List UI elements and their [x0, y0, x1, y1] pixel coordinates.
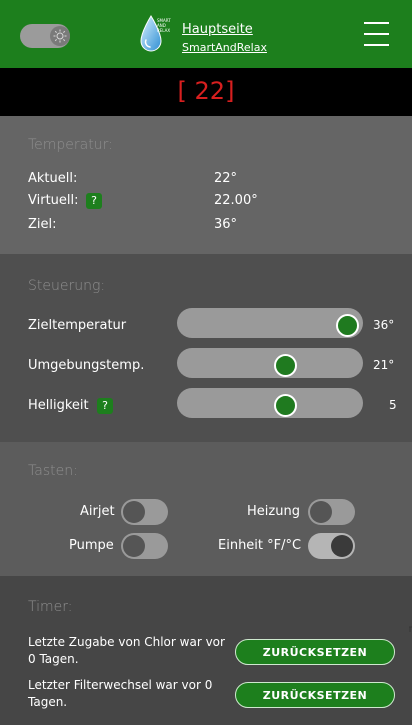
toggle-label-unit: Einheit °F/°C [218, 538, 302, 553]
temp-label-current: Aktuell: [28, 171, 78, 186]
timer-title: Timer: [28, 599, 73, 615]
hamburger-line [364, 44, 389, 46]
target-temperature-display: [ 22] [177, 77, 235, 105]
header-bar: SMART AND RELAX Hauptseite SmartAndRelax [0, 0, 412, 68]
temp-label-virtual: Virtuell: [28, 193, 79, 208]
toggle-knob [123, 535, 145, 557]
slider-value-brightness: 5 [389, 398, 397, 412]
brand-line-3: RELAX [157, 28, 171, 33]
help-icon[interactable]: ? [97, 398, 113, 414]
temp-value-virtual: 22.00° [214, 193, 258, 208]
toggle-airjet[interactable] [121, 499, 168, 525]
control-title: Steuerung: [28, 278, 106, 294]
edge-fragment-icon [409, 626, 412, 632]
slider-ambient-temp[interactable] [177, 348, 363, 378]
slider-target-temp[interactable] [177, 308, 363, 338]
temperature-title: Temperatur: [28, 137, 113, 153]
timer-text-filter: Letzter Filterwechsel war vor 0 Tagen. [28, 678, 213, 709]
target-display-bar: [ 22] [0, 68, 412, 116]
toggle-unit[interactable] [308, 533, 355, 559]
temp-label-target: Ziel: [28, 217, 57, 232]
slider-handle[interactable] [274, 394, 297, 417]
reset-chlorine-button[interactable]: ZURÜCKSETZEN [235, 639, 395, 665]
keys-section: Tasten: Airjet Heizung Pumpe Einheit °F/… [0, 442, 412, 576]
toggle-knob [123, 501, 145, 523]
toggle-label-pump: Pumpe [69, 538, 114, 553]
slider-value-ambient-temp: 21° [373, 358, 395, 372]
app-root: SMART AND RELAX Hauptseite SmartAndRelax… [0, 0, 417, 725]
brand-small-text: SMART AND RELAX [157, 18, 177, 33]
nav-home-link[interactable]: Hauptseite [182, 22, 253, 37]
slider-label-brightness: Helligkeit [28, 398, 89, 413]
hamburger-line [364, 22, 389, 24]
hamburger-icon[interactable] [364, 22, 389, 46]
toggle-pump[interactable] [121, 533, 168, 559]
timer-section: Timer: Letzte Zugabe von Chlor war vor 0… [0, 576, 412, 725]
slider-handle[interactable] [336, 314, 359, 337]
help-icon[interactable]: ? [86, 193, 102, 209]
slider-value-target-temp: 36° [373, 318, 395, 332]
keys-title: Tasten: [28, 463, 78, 479]
theme-toggle[interactable] [20, 24, 70, 48]
toggle-heater[interactable] [308, 499, 355, 525]
control-section: Steuerung: Zieltemperatur 36° Umgebungst… [0, 254, 412, 442]
sun-icon [50, 26, 70, 46]
nav-brand-link[interactable]: SmartAndRelax [182, 41, 267, 54]
timer-text-chlorine: Letzte Zugabe von Chlor war vor 0 Tagen. [28, 635, 225, 666]
slider-handle[interactable] [274, 354, 297, 377]
slider-label-ambient-temp: Umgebungstemp. [28, 358, 145, 373]
reset-filter-button[interactable]: ZURÜCKSETZEN [235, 682, 395, 708]
slider-brightness[interactable] [177, 388, 363, 418]
slider-label-target-temp: Zieltemperatur [28, 318, 127, 333]
toggle-label-heater: Heizung [247, 504, 300, 519]
toggle-knob [331, 535, 353, 557]
toggle-label-airjet: Airjet [80, 504, 115, 519]
temp-value-current: 22° [214, 171, 238, 186]
toggle-knob [310, 501, 332, 523]
hamburger-line [364, 33, 389, 35]
temp-value-target: 36° [214, 217, 238, 232]
temperature-section: Temperatur: Aktuell: 22° Virtuell: ? 22.… [0, 116, 412, 254]
